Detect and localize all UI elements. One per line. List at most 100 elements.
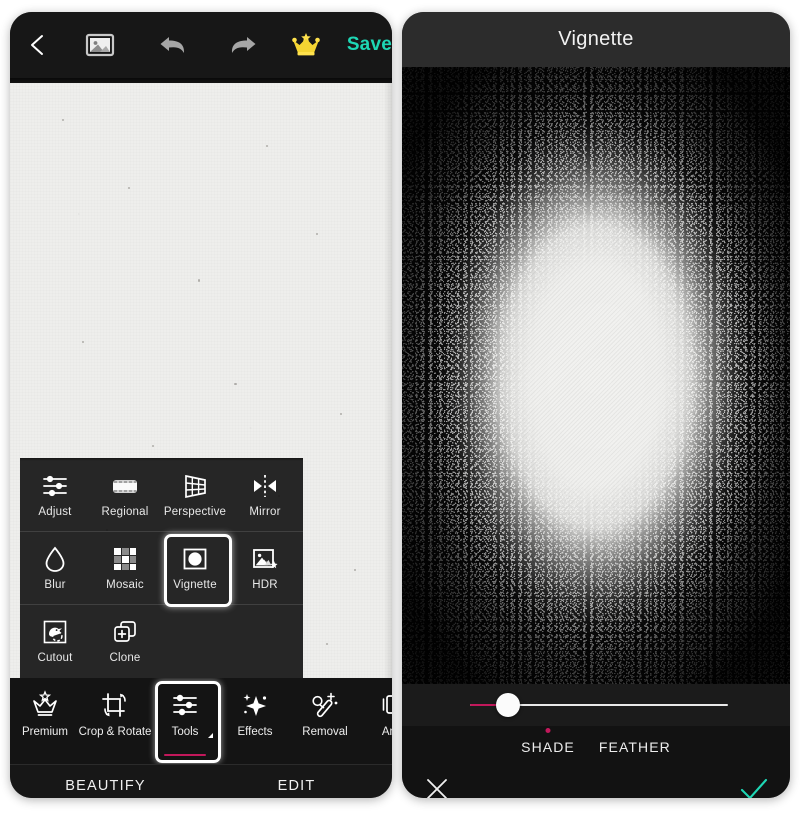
tool-item-perspective[interactable]: Perspective [160,458,230,531]
paper-speck [62,119,64,121]
magic-sparkle-icon [243,694,267,716]
tools-flyout-panel: Adjust Regional Perspective Mirror Blur … [20,458,303,678]
animation-icon [382,695,392,714]
apply-button[interactable] [738,774,770,798]
subtab-label: FEATHER [598,739,671,755]
magic-wand-icon [312,692,338,718]
tab-beautify[interactable]: BEAUTIFY [10,778,201,796]
check-icon [740,778,768,798]
editor-bottom-strip: Premium Crop & Rotate Tools Effects Remo… [10,678,392,764]
redo-button[interactable] [210,12,275,78]
close-x-icon [427,779,447,798]
tab-edit[interactable]: EDIT [201,778,392,796]
undo-arrow-icon [160,37,185,53]
paper-speck [152,445,154,447]
paper-speck [354,569,356,571]
strip-item-tools[interactable]: Tools [150,678,221,764]
tool-item-mosaic[interactable]: Mosaic [90,531,160,604]
paper-speck [266,145,268,147]
paper-speck [316,233,318,235]
tool-item-cutout[interactable]: Cutout [20,604,90,677]
tool-label: Vignette [173,578,217,591]
tool-item-clone[interactable]: Clone [90,604,160,677]
strip-item-animation[interactable]: Anim [360,678,392,764]
mirror-icon [254,474,276,497]
cutout-duck-icon [43,620,67,643]
crop-rotate-icon [102,693,126,717]
strip-label: Crop & Rotate [78,726,152,738]
tool-label: Blur [44,578,66,591]
strip-label: Premium [21,726,68,738]
strip-label: Anim [381,726,392,738]
hdr-photo-icon [253,548,278,568]
perspective-grid-icon [185,474,206,498]
tool-label: HDR [252,578,278,591]
premium-crown-button[interactable] [275,12,336,78]
tool-label: Regional [101,505,149,518]
sliders-icon [173,694,197,716]
editor-mode-tabs: BEAUTIFY EDIT [10,764,392,798]
paper-speck [128,187,130,189]
sliders-icon [43,475,67,496]
vignette-subtabs: SHADE FEATHER [402,726,790,768]
left-phone-screen: Save Adjust Regional Perspective Mirror … [10,12,392,798]
water-drop-icon [45,546,65,572]
strip-label: Removal [302,726,348,738]
paper-speck [340,413,342,415]
paper-speck [198,279,200,282]
vignette-header: Vignette [402,12,790,67]
cancel-button[interactable] [422,774,452,798]
mosaic-grid-icon [114,547,136,570]
tool-item-vignette[interactable]: Vignette [160,531,232,607]
paper-speck [326,643,328,645]
paper-speck [234,383,237,385]
tool-label: Mosaic [106,578,144,591]
image-right-edge-shadow [384,83,392,678]
right-phone-screen: Vignette SHADE FEATHER [402,12,790,798]
slider-thumb[interactable] [496,693,520,717]
subtab-shade[interactable]: SHADE [521,728,575,755]
tool-item-blur[interactable]: Blur [20,531,90,604]
strip-item-premium[interactable]: Premium [10,678,80,764]
active-tab-underline [164,753,206,756]
tab-label: BEAUTIFY [65,778,146,794]
vignette-intensity-slider[interactable] [470,693,728,717]
chevron-left-icon [30,35,43,55]
strip-label: Effects [237,726,273,738]
save-label: Save [346,34,392,55]
page-title: Vignette [558,28,634,50]
tool-label: Clone [109,651,141,664]
tab-label: EDIT [277,778,316,794]
tool-item-adjust[interactable]: Adjust [20,458,90,531]
strip-item-effects[interactable]: Effects [220,678,290,764]
tools-grid: Adjust Regional Perspective Mirror Blur … [20,458,303,677]
tool-label: Adjust [38,505,72,518]
editor-topbar: Save [10,12,392,78]
clone-plus-icon [114,620,136,642]
tool-item-mirror[interactable]: Mirror [230,458,300,531]
regional-band-icon [113,479,137,493]
tool-item-regional[interactable]: Regional [90,458,160,531]
subtab-label: SHADE [521,739,575,755]
expand-corner-indicator [208,733,213,738]
vignette-bright-core [446,115,746,636]
subtab-feather[interactable]: FEATHER [599,739,671,755]
photo-gallery-icon [86,33,115,57]
tool-label: Mirror [249,505,281,518]
vignette-preview-canvas[interactable] [402,67,790,684]
screenshot-stage: Save Adjust Regional Perspective Mirror … [0,0,800,820]
gallery-button[interactable] [63,12,136,78]
crown-star-icon [292,33,320,56]
strip-item-removal[interactable]: Removal [290,678,360,764]
active-subtab-dot [545,728,551,733]
undo-button[interactable] [137,12,210,78]
save-button[interactable]: Save [337,12,392,78]
strip-item-crop-rotate[interactable]: Crop & Rotate [78,678,152,764]
tool-item-hdr[interactable]: HDR [230,531,300,604]
strip-label: Tools [171,726,199,738]
vignette-slider-bar [402,684,790,726]
vignette-action-bar [402,768,790,798]
tool-label: Cutout [37,651,73,664]
redo-arrow-icon [231,37,256,53]
back-button[interactable] [10,12,63,78]
